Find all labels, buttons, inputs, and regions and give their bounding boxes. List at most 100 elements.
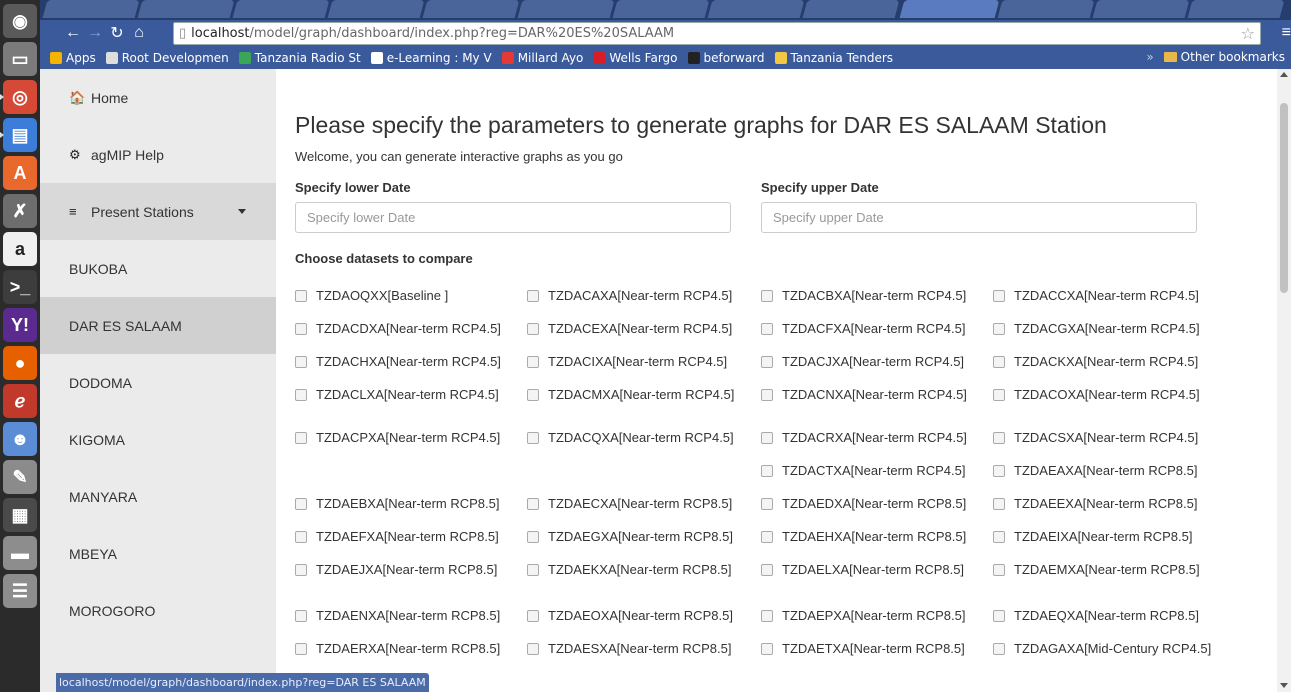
acrobat-icon[interactable]: ℯ <box>3 384 37 418</box>
pidgin-icon[interactable]: ☻ <box>3 422 37 456</box>
dataset-option[interactable]: TZDACFXA[Near-term RCP4.5] <box>761 320 983 338</box>
sidebar-item-manyara[interactable]: MANYARA <box>40 468 276 525</box>
dataset-option[interactable]: TZDAEFXA[Near-term RCP8.5] <box>295 528 517 546</box>
dataset-option[interactable]: TZDACHXA[Near-term RCP4.5] <box>295 353 517 371</box>
dataset-option[interactable]: TZDACTXA[Near-term RCP4.5] <box>761 462 983 480</box>
dash-icon[interactable]: ◉ <box>3 4 37 38</box>
terminal-icon[interactable]: >_ <box>3 270 37 304</box>
browser-tab[interactable] <box>802 0 900 18</box>
dataset-option[interactable]: TZDACOXA[Near-term RCP4.5] <box>993 386 1215 404</box>
dataset-checkbox[interactable] <box>527 610 539 622</box>
dataset-option[interactable]: TZDACCXA[Near-term RCP4.5] <box>993 287 1215 305</box>
settings-tools-icon[interactable]: ✗ <box>3 194 37 228</box>
bookmark-item[interactable]: beforward <box>687 51 765 65</box>
dataset-option[interactable]: TZDAENXA[Near-term RCP8.5] <box>295 607 517 625</box>
dataset-checkbox[interactable] <box>527 356 539 368</box>
sidebar-item-home[interactable]: 🏠 Home <box>40 69 276 126</box>
dataset-option[interactable]: TZDACPXA[Near-term RCP4.5] <box>295 429 517 447</box>
browser-tab[interactable] <box>612 0 710 18</box>
bookmark-star-icon[interactable]: ☆ <box>1241 24 1255 43</box>
dataset-checkbox[interactable] <box>993 323 1005 335</box>
dataset-checkbox[interactable] <box>761 290 773 302</box>
chrome-menu-icon[interactable]: ≡ <box>1282 24 1291 42</box>
bookmark-item[interactable]: Millard Ayo <box>501 51 583 65</box>
dataset-option[interactable]: TZDACNXA[Near-term RCP4.5] <box>761 386 983 404</box>
document-icon[interactable]: ▤ <box>0 118 37 152</box>
dataset-checkbox[interactable] <box>993 389 1005 401</box>
dataset-option[interactable]: TZDAEKXA[Near-term RCP8.5] <box>527 561 749 579</box>
browser-tab[interactable] <box>137 0 235 18</box>
browser-tab[interactable] <box>1092 0 1190 18</box>
dataset-option[interactable]: TZDAESXA[Near-term RCP8.5] <box>527 640 749 658</box>
dataset-option[interactable]: TZDACKXA[Near-term RCP4.5] <box>993 353 1215 371</box>
dataset-checkbox[interactable] <box>993 290 1005 302</box>
dataset-checkbox[interactable] <box>993 432 1005 444</box>
dataset-option[interactable]: TZDACMXA[Near-term RCP4.5] <box>527 386 749 404</box>
bookmark-item[interactable]: Tanzania Radio St <box>238 51 361 65</box>
reload-icon[interactable]: ↻ <box>106 23 128 43</box>
dataset-checkbox[interactable] <box>295 432 307 444</box>
dataset-checkbox[interactable] <box>527 432 539 444</box>
chevron-icon[interactable]: » <box>1146 50 1153 64</box>
dataset-checkbox[interactable] <box>527 290 539 302</box>
browser-tab[interactable] <box>997 0 1095 18</box>
dataset-option[interactable]: TZDAEJXA[Near-term RCP8.5] <box>295 561 517 579</box>
scroll-up-arrow-icon[interactable] <box>1280 72 1288 77</box>
dataset-option[interactable]: TZDAECXA[Near-term RCP8.5] <box>527 495 749 513</box>
files-icon[interactable]: ▭ <box>3 42 37 76</box>
browser-tab[interactable] <box>422 0 520 18</box>
sidebar-item-dodoma[interactable]: DODOMA <box>40 354 276 411</box>
browser-tab[interactable] <box>1187 0 1285 18</box>
sidebar-item-present-stations[interactable]: ≡ Present Stations <box>40 183 276 240</box>
dataset-checkbox[interactable] <box>993 643 1005 655</box>
back-arrow-icon[interactable]: ← <box>62 24 84 42</box>
dataset-option[interactable]: TZDACAXA[Near-term RCP4.5] <box>527 287 749 305</box>
yahoo-mail-icon[interactable]: Y! <box>3 308 37 342</box>
browser-tab[interactable] <box>517 0 615 18</box>
firefox-icon[interactable]: ● <box>3 346 37 380</box>
dataset-option[interactable]: TZDACQXA[Near-term RCP4.5] <box>527 429 749 447</box>
dataset-checkbox[interactable] <box>527 323 539 335</box>
dataset-checkbox[interactable] <box>761 432 773 444</box>
dataset-checkbox[interactable] <box>761 389 773 401</box>
dataset-checkbox[interactable] <box>761 356 773 368</box>
dataset-checkbox[interactable] <box>761 498 773 510</box>
dataset-option[interactable]: TZDAEPXA[Near-term RCP8.5] <box>761 607 983 625</box>
bookmark-item[interactable]: e-Learning : My V <box>370 51 492 65</box>
dataset-option[interactable]: TZDAEBXA[Near-term RCP8.5] <box>295 495 517 513</box>
forward-arrow-icon[interactable]: → <box>84 24 106 42</box>
text-editor-icon[interactable]: ✎ <box>3 460 37 494</box>
lower-date-input[interactable] <box>295 202 731 233</box>
dataset-checkbox[interactable] <box>295 356 307 368</box>
dataset-checkbox[interactable] <box>295 498 307 510</box>
dataset-option[interactable]: TZDAEQXA[Near-term RCP8.5] <box>993 607 1215 625</box>
dataset-checkbox[interactable] <box>527 643 539 655</box>
dataset-checkbox[interactable] <box>527 389 539 401</box>
sidebar-item-kigoma[interactable]: KIGOMA <box>40 411 276 468</box>
home-button-icon[interactable]: ⌂ <box>128 24 150 42</box>
software-center-icon[interactable]: A <box>3 156 37 190</box>
dataset-option[interactable]: TZDACIXA[Near-term RCP4.5] <box>527 353 749 371</box>
dataset-option[interactable]: TZDACBXA[Near-term RCP4.5] <box>761 287 983 305</box>
dataset-checkbox[interactable] <box>295 610 307 622</box>
dataset-option[interactable]: TZDAEOXA[Near-term RCP8.5] <box>527 607 749 625</box>
dataset-option[interactable]: TZDAEAXA[Near-term RCP8.5] <box>993 462 1215 480</box>
dataset-checkbox[interactable] <box>761 564 773 576</box>
address-bar[interactable]: ▯ localhost/model/graph/dashboard/index.… <box>173 22 1261 45</box>
browser-tab-active[interactable] <box>899 0 1000 18</box>
amazon-icon[interactable]: a <box>3 232 37 266</box>
chrome-icon[interactable]: ◎ <box>0 80 37 114</box>
dataset-option[interactable]: TZDACSXA[Near-term RCP4.5] <box>993 429 1215 447</box>
dataset-checkbox[interactable] <box>993 564 1005 576</box>
other-bookmarks[interactable]: » Other bookmarks <box>1146 50 1285 64</box>
sidebar-item-bukoba[interactable]: BUKOBA <box>40 240 276 297</box>
dataset-checkbox[interactable] <box>761 465 773 477</box>
dataset-option[interactable]: TZDAGAXA[Mid-Century RCP4.5] <box>993 640 1215 658</box>
sidebar-item-morogoro[interactable]: MOROGORO <box>40 582 276 639</box>
page-scrollbar[interactable] <box>1277 69 1291 692</box>
dataset-option[interactable]: TZDAEEXA[Near-term RCP8.5] <box>993 495 1215 513</box>
dataset-option[interactable]: TZDAELXA[Near-term RCP8.5] <box>761 561 983 579</box>
dataset-checkbox[interactable] <box>993 356 1005 368</box>
browser-tab[interactable] <box>707 0 805 18</box>
bookmark-item[interactable]: Root Developmen <box>105 51 229 65</box>
